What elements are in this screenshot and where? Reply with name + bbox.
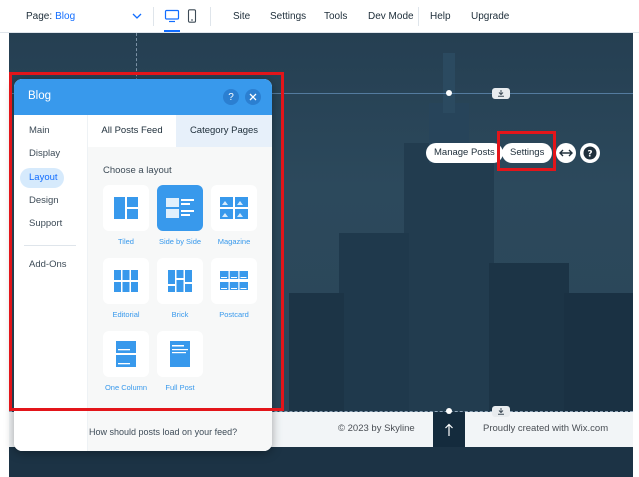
resize-handle[interactable] xyxy=(446,90,452,96)
layout-label-editorial: Editorial xyxy=(112,310,140,319)
svg-text:?: ? xyxy=(587,149,592,159)
page-selector-value: Blog xyxy=(55,11,76,22)
menu-upgrade[interactable]: Upgrade xyxy=(471,0,509,33)
desktop-icon[interactable] xyxy=(164,9,180,23)
chevron-down-icon xyxy=(132,13,142,19)
footer-credit: Proudly created with Wix.com xyxy=(483,423,609,434)
stretch-arrows-icon xyxy=(559,149,573,157)
panel-close-button[interactable] xyxy=(245,89,261,105)
nav-item-add-ons[interactable]: Add-Ons xyxy=(20,255,67,275)
tab-all-posts-feed[interactable]: All Posts Feed xyxy=(88,115,176,147)
nav-separator xyxy=(24,245,76,246)
layout-label-brick: Brick xyxy=(171,310,189,319)
nav-item-support[interactable]: Support xyxy=(20,214,64,234)
panel-tabs: All Posts Feed Category Pages xyxy=(88,115,272,147)
layout-brick[interactable] xyxy=(157,258,203,304)
layout-magazine[interactable] xyxy=(211,185,257,231)
help-button[interactable]: ? xyxy=(580,143,600,163)
anchor-button[interactable] xyxy=(492,88,510,99)
panel-sidenav: Main Display Layout Design Support Add-O… xyxy=(14,115,88,451)
download-arrow-icon xyxy=(498,408,504,415)
left-margin xyxy=(0,447,9,477)
panel-header: Blog ? xyxy=(14,79,272,115)
panel-help-button[interactable]: ? xyxy=(223,89,239,105)
download-arrow-icon xyxy=(498,90,504,97)
tab-category-pages[interactable]: Category Pages xyxy=(176,115,272,147)
footer-copyright: © 2023 by Skyline xyxy=(338,423,415,434)
building-shape xyxy=(339,233,409,433)
magazine-layout-icon xyxy=(220,197,248,219)
page-selector-prefix: Page: xyxy=(26,11,53,22)
blog-settings-panel: Blog ? Main Display Layout Design Suppor… xyxy=(14,79,272,451)
footer-resize-handle[interactable] xyxy=(446,408,452,414)
side-by-side-layout-icon xyxy=(166,198,194,218)
choose-layout-title: Choose a layout xyxy=(103,165,172,176)
layout-label-postcard: Postcard xyxy=(219,310,249,319)
divider xyxy=(153,7,154,26)
layout-content: Choose a layout Tiled Side by Side Magaz… xyxy=(88,147,272,451)
mobile-icon[interactable] xyxy=(187,9,197,23)
layout-label-side-by-side: Side by Side xyxy=(158,237,202,246)
menu-tools[interactable]: Tools xyxy=(324,0,347,33)
full-post-layout-icon xyxy=(170,341,190,367)
layout-one-column[interactable] xyxy=(103,331,149,377)
divider xyxy=(418,7,419,26)
layout-full-post[interactable] xyxy=(157,331,203,377)
stretch-button[interactable] xyxy=(556,143,576,163)
panel-title: Blog xyxy=(28,90,52,102)
layout-label-magazine: Magazine xyxy=(217,237,251,246)
layout-editorial[interactable] xyxy=(103,258,149,304)
postcard-layout-icon xyxy=(220,271,248,290)
layout-side-by-side[interactable] xyxy=(157,185,203,231)
editorial-layout-icon xyxy=(114,270,138,292)
close-icon xyxy=(249,93,257,101)
layout-postcard[interactable] xyxy=(211,258,257,304)
editor-window: Page: Blog Site Settings Tools Dev Mode … xyxy=(0,0,639,477)
desktop-active-underline xyxy=(164,30,180,32)
layout-label-one-column: One Column xyxy=(104,383,148,392)
layout-label-tiled: Tiled xyxy=(118,237,134,246)
top-bar: Page: Blog Site Settings Tools Dev Mode … xyxy=(0,0,639,33)
page-selector[interactable]: Page: Blog xyxy=(26,0,144,33)
help-icon: ? xyxy=(583,146,597,160)
back-to-top-button[interactable] xyxy=(433,412,465,447)
menu-site[interactable]: Site xyxy=(233,0,250,33)
tiled-layout-icon xyxy=(114,197,138,219)
settings-highlight xyxy=(497,131,556,171)
layout-tiled[interactable] xyxy=(103,185,149,231)
canvas-bottom xyxy=(9,447,633,477)
nav-item-main[interactable]: Main xyxy=(20,121,64,141)
menu-help[interactable]: Help xyxy=(430,0,451,33)
arrow-up-icon xyxy=(445,423,453,436)
manage-posts-button[interactable]: Manage Posts xyxy=(426,143,503,163)
brick-layout-icon xyxy=(168,270,192,292)
building-shape xyxy=(443,53,455,113)
one-column-layout-icon xyxy=(116,341,136,367)
help-icon: ? xyxy=(228,91,234,103)
layout-label-full-post: Full Post xyxy=(165,383,195,392)
nav-item-design[interactable]: Design xyxy=(20,191,64,211)
menu-dev-mode[interactable]: Dev Mode xyxy=(368,0,414,33)
nav-item-display[interactable]: Display xyxy=(20,144,64,164)
load-posts-question: How should posts load on your feed? xyxy=(89,427,238,437)
divider xyxy=(210,7,211,26)
menu-settings[interactable]: Settings xyxy=(270,0,306,33)
footer-anchor-button[interactable] xyxy=(492,406,510,417)
building-shape xyxy=(404,143,494,433)
nav-item-layout[interactable]: Layout xyxy=(20,168,64,188)
